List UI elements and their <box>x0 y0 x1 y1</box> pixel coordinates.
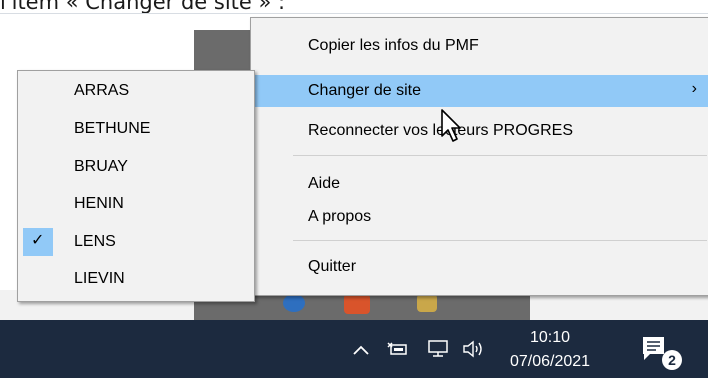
menu-item-label: Quitter <box>308 258 357 275</box>
blue-app-icon <box>283 294 305 312</box>
network-icon[interactable] <box>427 339 449 359</box>
menu-item-a-propos[interactable]: A propos <box>251 201 708 233</box>
site-item-label: BRUAY <box>74 158 128 175</box>
menu-item-reconnecter-lecteurs[interactable]: Reconnecter vos lecteurs PROGRES <box>251 115 708 147</box>
page-caption: l'item « Changer de site » : <box>0 0 286 14</box>
windows-taskbar: 10:10 07/06/2021 2 <box>0 320 708 378</box>
yellow-app-icon <box>417 294 437 312</box>
menu-separator <box>293 240 707 241</box>
device-icon[interactable] <box>386 339 408 359</box>
menu-item-changer-site[interactable]: Changer de site › <box>251 75 708 107</box>
taskbar-clock[interactable]: 10:10 07/06/2021 <box>508 326 592 374</box>
menu-item-copier-infos[interactable]: Copier les infos du PMF <box>251 30 708 62</box>
tray-context-menu: Copier les infos du PMF Changer de site … <box>250 17 708 296</box>
menu-item-label: Aide <box>308 175 341 192</box>
checkmark-icon: ✓ <box>31 232 45 249</box>
site-item-henin[interactable]: HENIN <box>18 188 254 220</box>
caption-divider <box>0 13 708 14</box>
site-item-label: ARRAS <box>74 82 130 99</box>
site-item-bruay[interactable]: BRUAY <box>18 151 254 183</box>
notification-center-button[interactable]: 2 <box>640 334 682 370</box>
menu-separator <box>293 155 707 156</box>
site-item-bethune[interactable]: BETHUNE <box>18 113 254 145</box>
site-item-label: BETHUNE <box>74 120 151 137</box>
menu-item-label: A propos <box>308 208 372 225</box>
menu-item-aide[interactable]: Aide <box>251 168 708 200</box>
volume-icon[interactable] <box>462 340 486 358</box>
site-item-arras[interactable]: ARRAS <box>18 75 254 107</box>
notification-count-badge: 2 <box>662 350 682 370</box>
chevron-up-icon[interactable] <box>352 344 370 356</box>
clock-time: 10:10 <box>529 329 571 346</box>
chevron-right-icon: › <box>691 80 697 97</box>
menu-item-label: Changer de site <box>308 82 421 99</box>
site-submenu: ARRAS BETHUNE BRUAY HENIN ✓ LENS LIEVIN <box>17 70 255 302</box>
site-item-label: HENIN <box>74 195 124 212</box>
menu-item-label: Copier les infos du PMF <box>308 37 479 54</box>
site-item-label: LENS <box>74 233 116 250</box>
menu-item-quitter[interactable]: Quitter <box>251 251 708 283</box>
red-app-icon <box>344 294 370 314</box>
site-item-lens[interactable]: ✓ LENS <box>18 226 254 258</box>
clock-date: 07/06/2021 <box>509 353 591 370</box>
site-item-label: LIEVIN <box>74 270 125 287</box>
site-item-lievin[interactable]: LIEVIN <box>18 263 254 295</box>
mouse-cursor-icon <box>441 109 461 142</box>
